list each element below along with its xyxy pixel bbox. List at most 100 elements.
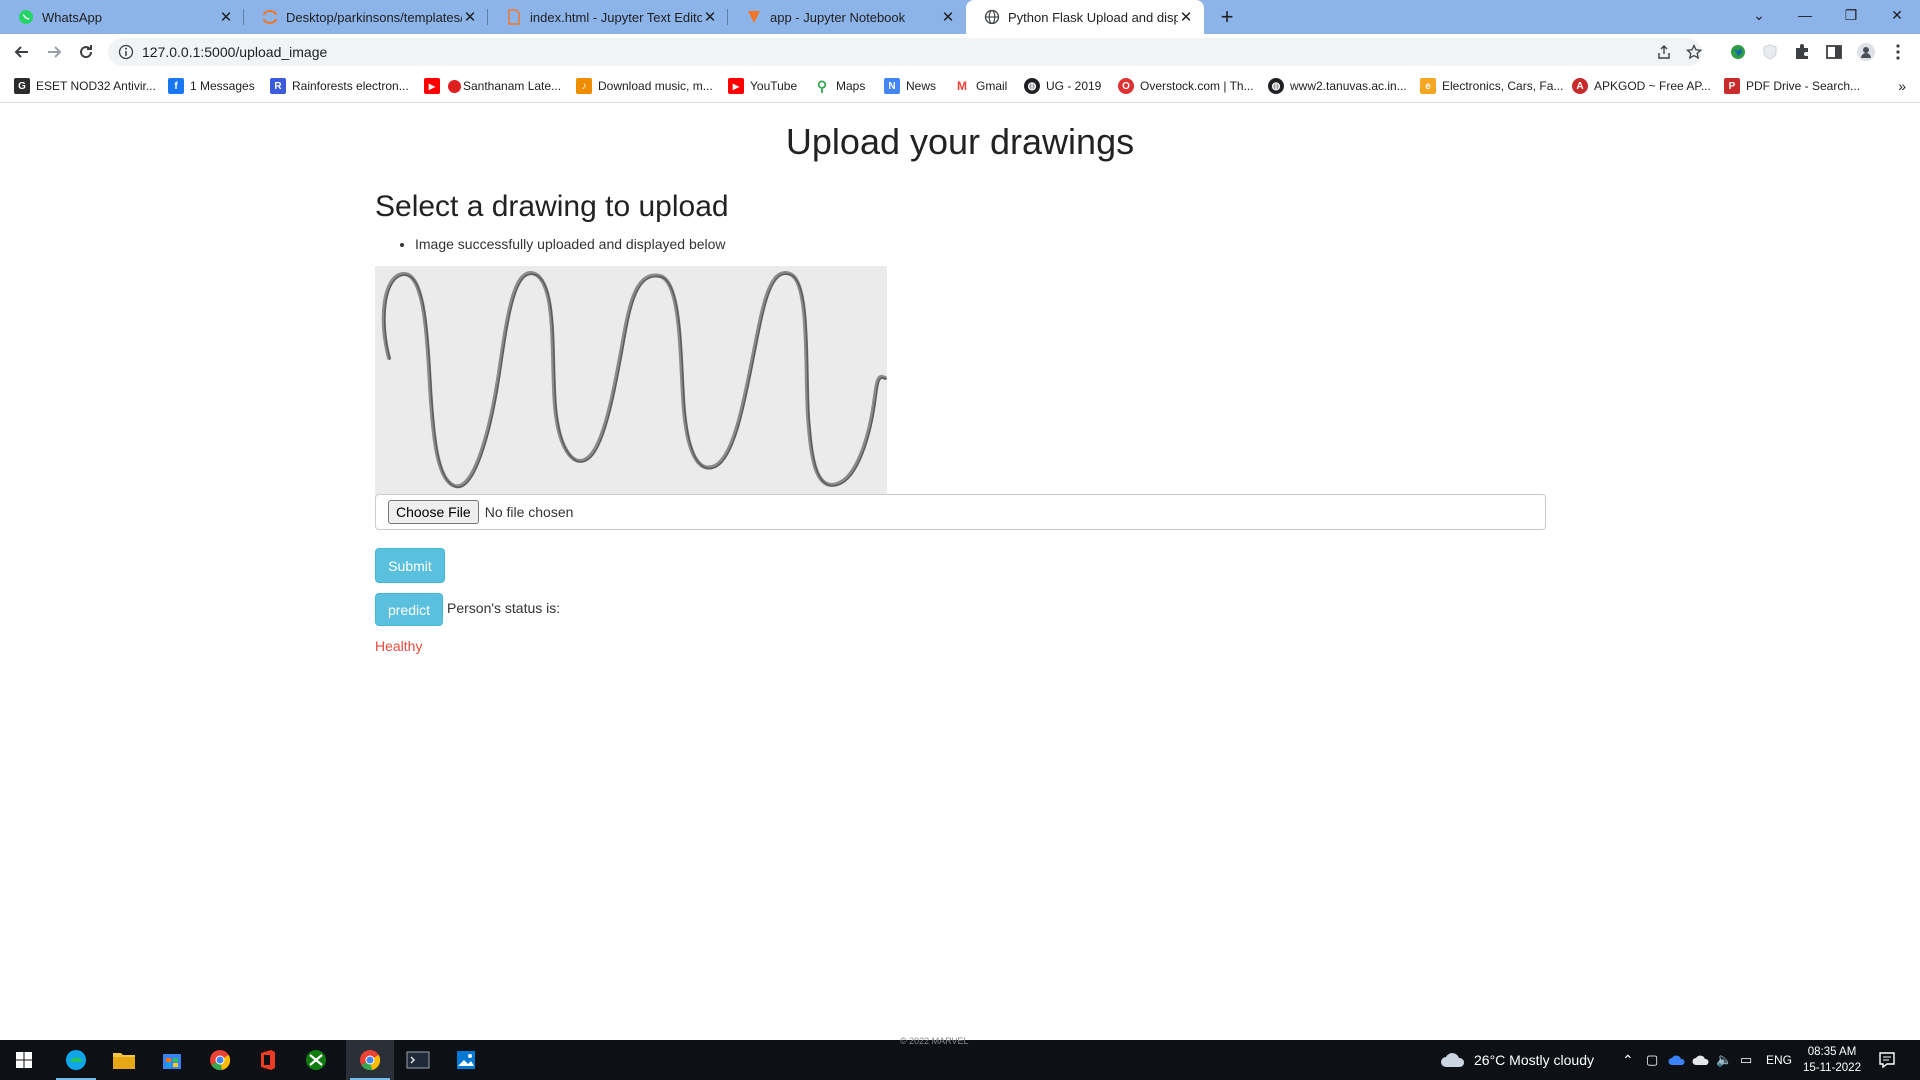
red-dot-icon — [448, 79, 461, 93]
forward-button[interactable] — [40, 38, 68, 66]
bookmark-news[interactable]: N News — [884, 76, 936, 96]
reload-button[interactable] — [72, 38, 100, 66]
folder-icon — [113, 1053, 135, 1069]
clock-date: 15-11-2022 — [1803, 1062, 1861, 1074]
predict-button[interactable]: predict — [375, 593, 443, 626]
ebay-icon: e — [1420, 78, 1436, 94]
onedrive-personal-icon[interactable] — [1692, 1040, 1710, 1080]
edge-app[interactable] — [52, 1040, 100, 1080]
back-button[interactable] — [8, 38, 36, 66]
bookmark-maps[interactable]: ⚲ Maps — [814, 76, 865, 96]
bookmark-label: APKGOD ~ Free AP... — [1594, 79, 1711, 93]
tab-whatsapp[interactable]: WhatsApp ✕ — [0, 0, 244, 34]
close-icon[interactable]: ✕ — [218, 9, 234, 26]
choose-file-button[interactable]: Choose File — [388, 500, 479, 524]
bookmark-youtube-1[interactable]: ▶ — [424, 76, 446, 96]
close-icon[interactable]: ✕ — [462, 9, 478, 26]
file-input[interactable]: Choose File No file chosen — [375, 494, 1546, 530]
bookmark-gmail[interactable]: M Gmail — [954, 76, 1007, 96]
bookmark-ug-2019[interactable]: ◍ UG - 2019 — [1024, 76, 1101, 96]
menu-kebab-icon[interactable] — [1888, 42, 1908, 62]
bookmark-youtube[interactable]: ▶ YouTube — [728, 76, 797, 96]
clock[interactable]: 08:35 AM 15-11-2022 — [1800, 1040, 1864, 1080]
photos-app[interactable] — [442, 1040, 490, 1080]
bookmark-overstock[interactable]: O Overstock.com | Th... — [1118, 76, 1254, 96]
tab-index-html[interactable]: index.html - Jupyter Text Editor ✕ — [488, 0, 728, 34]
browser-toolbar: 127.0.0.1:5000/upload_image — [0, 34, 1920, 70]
bookmark-label: Gmail — [976, 79, 1008, 93]
youtube-icon: ▶ — [728, 78, 744, 94]
bookmark-label: Maps — [836, 79, 866, 93]
bookmark-rainforests[interactable]: R Rainforests electron... — [270, 76, 409, 96]
chrome-app[interactable] — [196, 1040, 244, 1080]
tab-templates[interactable]: Desktop/parkinsons/templates/ ✕ — [244, 0, 488, 34]
close-icon[interactable]: ✕ — [940, 9, 956, 26]
file-icon — [506, 9, 522, 25]
chrome-profile-app[interactable] — [346, 1040, 394, 1080]
bookmark-eset[interactable]: G ESET NOD32 Antivir... — [14, 76, 156, 96]
close-window-button[interactable]: ✕ — [1874, 0, 1920, 30]
chrome-icon — [210, 1050, 231, 1071]
minimize-button[interactable]: — — [1782, 0, 1828, 30]
network-icon[interactable]: ▭ — [1740, 1040, 1752, 1080]
extension-shield-icon[interactable] — [1760, 42, 1780, 62]
terminal-app[interactable] — [394, 1040, 442, 1080]
share-icon[interactable] — [1656, 44, 1672, 60]
address-bar[interactable]: 127.0.0.1:5000/upload_image — [108, 38, 1702, 66]
store-app[interactable] — [148, 1040, 196, 1080]
weather-widget[interactable]: 26°C Mostly cloudy — [1440, 1040, 1594, 1080]
bookmark-ebay[interactable]: e Electronics, Cars, Fa... — [1420, 76, 1563, 96]
bookmark-star-icon[interactable] — [1686, 44, 1702, 60]
office-app[interactable] — [244, 1040, 292, 1080]
news-icon: N — [884, 78, 900, 94]
globe-icon — [984, 9, 1000, 25]
bookmark-label: Download music, m... — [598, 79, 713, 93]
extension-globe-icon[interactable] — [1728, 42, 1748, 62]
tab-label: app - Jupyter Notebook — [770, 9, 906, 25]
music-icon: ♪ — [576, 78, 592, 94]
meet-now-icon[interactable]: ▢ — [1646, 1040, 1658, 1080]
onedrive-icon[interactable] — [1668, 1040, 1686, 1080]
volume-icon[interactable]: 🔈 — [1716, 1040, 1732, 1080]
submit-button[interactable]: Submit — [375, 548, 445, 583]
show-hidden-icons-button[interactable]: ⌃ — [1622, 1040, 1634, 1080]
terminal-icon — [406, 1051, 430, 1069]
tab-app-notebook[interactable]: app - Jupyter Notebook ✕ — [728, 0, 966, 34]
bookmark-label: UG - 2019 — [1046, 79, 1102, 93]
extensions-puzzle-icon[interactable] — [1792, 42, 1812, 62]
close-icon[interactable]: ✕ — [702, 9, 718, 26]
file-status-text: No file chosen — [484, 504, 574, 520]
start-button[interactable] — [0, 1040, 48, 1080]
tab-search-icon[interactable]: ⌄ — [1736, 0, 1782, 30]
side-panel-icon[interactable] — [1824, 42, 1844, 62]
maps-icon: ⚲ — [814, 78, 830, 94]
restore-button[interactable]: ❐ — [1828, 0, 1874, 30]
overstock-icon: O — [1118, 78, 1134, 94]
notebook-icon — [746, 9, 762, 25]
bookmark-tanuvas[interactable]: ◍ www2.tanuvas.ac.in... — [1268, 76, 1407, 96]
bookmark-label: YouTube — [750, 79, 798, 93]
apkgod-icon: A — [1572, 78, 1588, 94]
bookmark-santhanam[interactable]: Santhanam Late... — [448, 76, 561, 96]
bookmark-facebook[interactable]: f 1 Messages — [168, 76, 255, 96]
xbox-app[interactable] — [292, 1040, 340, 1080]
page-content: Upload your drawings Select a drawing to… — [0, 103, 1920, 1040]
more-bookmarks-icon[interactable]: » — [1898, 78, 1906, 94]
bookmark-apkgod[interactable]: A APKGOD ~ Free AP... — [1572, 76, 1711, 96]
back-arrow-icon — [14, 46, 28, 58]
close-icon[interactable]: ✕ — [1178, 9, 1194, 26]
weather-text: 26°C Mostly cloudy — [1474, 1052, 1594, 1068]
bookmark-label: Electronics, Cars, Fa... — [1442, 79, 1564, 93]
new-tab-button[interactable]: + — [1215, 4, 1239, 29]
bookmark-pdf-drive[interactable]: P PDF Drive - Search... — [1724, 76, 1860, 96]
bookmark-download-music[interactable]: ♪ Download music, m... — [576, 76, 713, 96]
bookmark-label: Overstock.com | Th... — [1140, 79, 1254, 93]
notifications-icon[interactable] — [1878, 1040, 1896, 1080]
language-indicator[interactable]: ENG — [1766, 1040, 1792, 1080]
site-info-icon[interactable] — [118, 44, 134, 60]
tab-label: Desktop/parkinsons/templates/ — [286, 9, 462, 25]
file-explorer-app[interactable] — [100, 1040, 148, 1080]
profile-avatar-icon[interactable] — [1856, 42, 1876, 62]
xbox-icon — [306, 1050, 326, 1070]
tab-flask-upload[interactable]: Python Flask Upload and display ✕ — [966, 0, 1204, 34]
